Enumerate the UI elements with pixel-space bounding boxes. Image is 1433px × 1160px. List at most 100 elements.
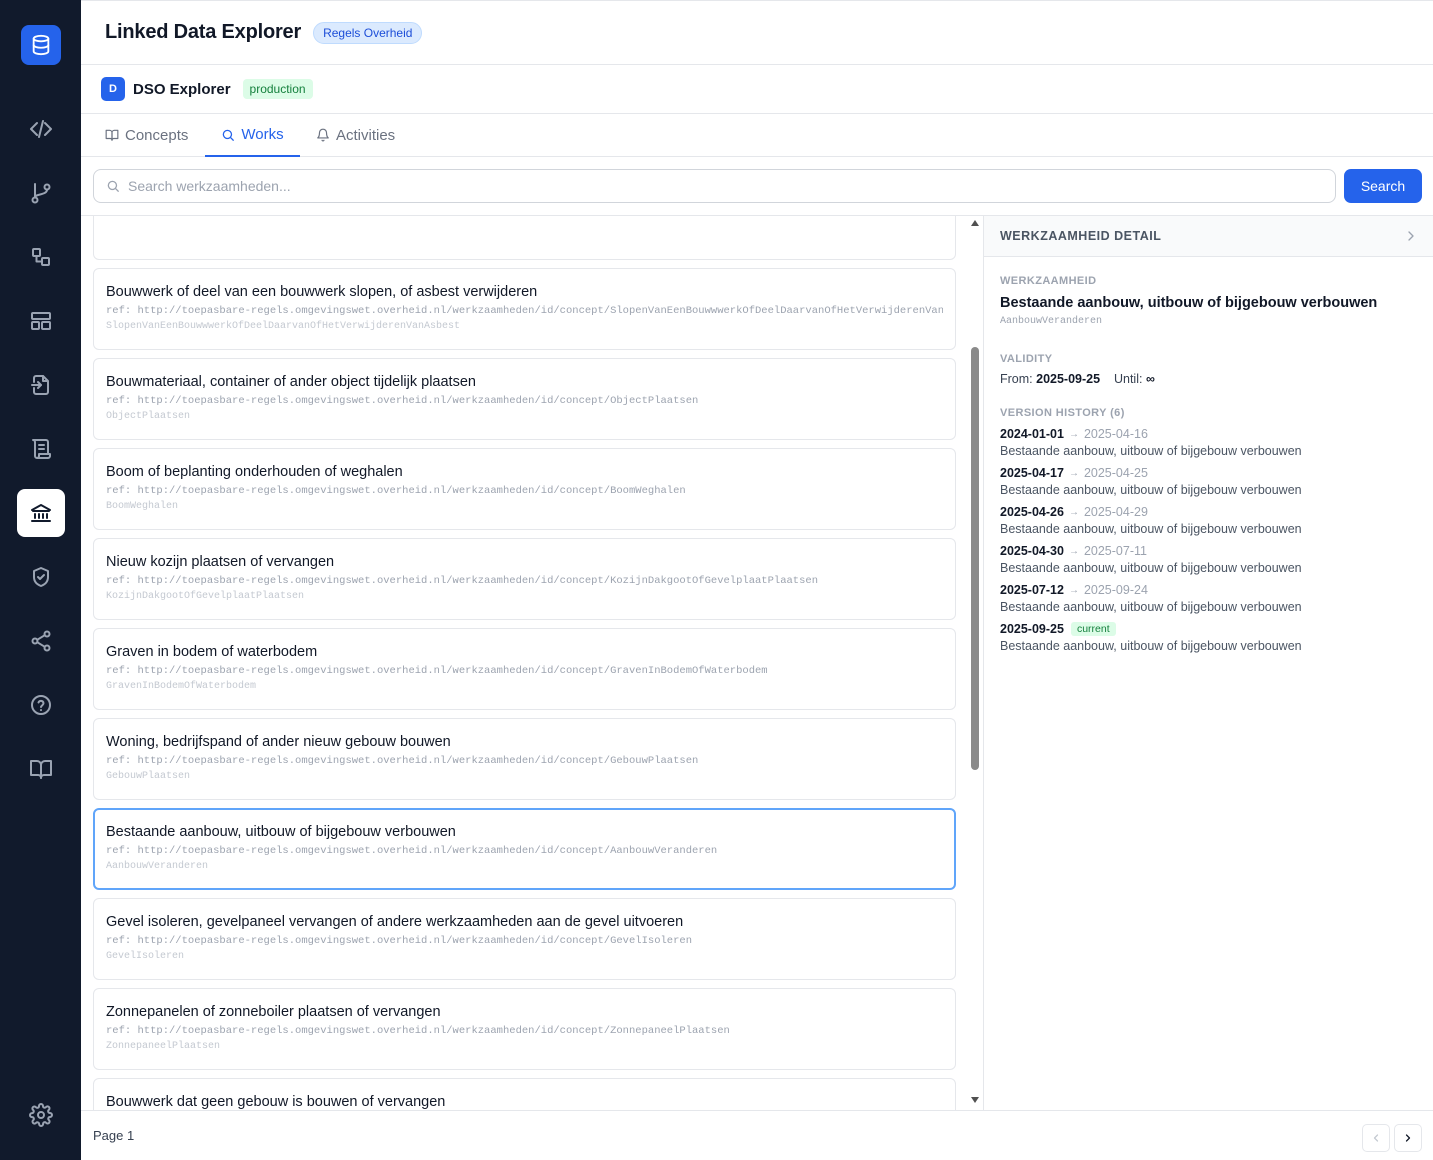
work-title: Bouwmateriaal, container of ander object… [106, 374, 476, 390]
scrollbar[interactable] [968, 216, 982, 1110]
layout-icon[interactable] [17, 297, 65, 345]
database-icon[interactable] [21, 25, 61, 65]
version-history-item[interactable]: 2025-04-17 → 2025-04-25 Bestaande aanbouw, … [1000, 466, 1417, 497]
detail-panel: WERKZAAMHEID DETAIL WERKZAAMHEID Bestaan… [983, 216, 1433, 1110]
work-identifier: KozijnDakgootOfGevelplaatPlaatsen [106, 591, 305, 602]
work-card[interactable]: Woning, bedrijfspand of ander nieuw gebo… [93, 718, 956, 800]
file-import-icon[interactable] [17, 361, 65, 409]
search-input[interactable] [128, 178, 1328, 194]
page-indicator: Page 1 [93, 1128, 135, 1143]
version-from-date: 2025-04-17 [1000, 466, 1064, 480]
search-field[interactable] [93, 169, 1336, 203]
work-identifier: BoomWeghalen [106, 501, 179, 512]
help-circle-icon[interactable] [17, 681, 65, 729]
version-to-date: 2025-04-16 [1083, 427, 1148, 441]
chevron-right-icon[interactable] [1403, 228, 1419, 244]
detail-heading: WERKZAAMHEID DETAIL [1000, 229, 1162, 243]
search-button[interactable]: Search [1344, 169, 1422, 203]
work-ref-uri: ref: http://toepasbare-regels.omgevingsw… [106, 395, 699, 407]
work-card[interactable]: Graven in bodem of waterbodem ref: http:/… [93, 628, 956, 710]
version-date-range: 2025-04-30 → 2025-07-11 [1000, 544, 1417, 558]
landmark-icon[interactable] [17, 489, 65, 537]
validity-range: From: 2025-09-25 Until: ∞ [1000, 372, 1417, 386]
version-label: Bestaande aanbouw, uitbouw of bijgebouw … [1000, 639, 1302, 653]
detail-body: WERKZAAMHEID Bestaande aanbouw, uitbouw … [984, 257, 1433, 669]
work-title: Boom of beplanting onderhouden of weghal… [106, 464, 403, 480]
work-card[interactable]: Gevel isoleren, gevelpaneel vervangen of… [93, 898, 956, 980]
tab-concepts[interactable]: Concepts [105, 114, 188, 156]
version-history-item[interactable]: 2025-07-12 → 2025-09-24 Bestaande aanbouw, … [1000, 583, 1417, 614]
main-area: Linked Data Explorer Regels Overheid D D… [81, 0, 1433, 1160]
sidebar [0, 0, 81, 1160]
work-identifier: SlopenVanEenBouwwwerkOfDeelDaarvanOfHetV… [106, 321, 461, 332]
search-row: Search [81, 157, 1433, 216]
work-card[interactable]: Boom of beplanting onderhouden of weghal… [93, 448, 956, 530]
version-history-item[interactable]: 2024-01-01 → 2025-04-16 Bestaande aanbouw, … [1000, 427, 1417, 458]
git-branch-icon[interactable] [17, 169, 65, 217]
next-page-button[interactable] [1394, 1124, 1422, 1152]
work-identifier: ObjectPlaatsen [106, 411, 191, 422]
arrow-right-icon: → [1068, 545, 1079, 557]
work-card[interactable]: Bouwwerk of deel van een bouwwerk slopen… [93, 268, 956, 350]
settings-icon[interactable] [17, 1091, 65, 1139]
scrollbar-thumb[interactable] [971, 347, 979, 770]
work-title: Woning, bedrijfspand of ander nieuw gebo… [106, 734, 451, 750]
tab-activities[interactable]: Activities [316, 114, 395, 156]
version-date-range: 2025-07-12 → 2025-09-24 [1000, 583, 1417, 597]
version-date-range: 2025-04-26 → 2025-04-29 [1000, 505, 1417, 519]
arrow-right-icon: → [1068, 506, 1079, 518]
app-window: Linked Data Explorer Regels Overheid D D… [0, 0, 1433, 1160]
work-ref-uri: ref: http://toepasbare-regels.omgevingsw… [106, 845, 718, 857]
shield-check-icon[interactable] [17, 553, 65, 601]
version-history-item[interactable]: 2025-04-30 → 2025-07-11 Bestaande aanbouw, … [1000, 544, 1417, 575]
version-label: Bestaande aanbouw, uitbouw of bijgebouw … [1000, 444, 1302, 458]
work-identifier: ZonnepaneelPlaatsen [106, 1041, 221, 1052]
validity-from-label: From: [1000, 372, 1033, 386]
version-history-item[interactable]: 2025-04-26 → 2025-04-29 Bestaande aanbouw, … [1000, 505, 1417, 536]
work-title: Bouwwerk dat geen gebouw is bouwen of ve… [106, 1094, 446, 1110]
version-from-date: 2025-04-26 [1000, 505, 1064, 519]
arrow-right-icon: → [1068, 467, 1079, 479]
work-ref-uri: ref: http://toepasbare-regels.omgevingsw… [106, 665, 768, 677]
dataset-name[interactable]: DSO Explorer [133, 81, 231, 98]
book-open-icon[interactable] [17, 745, 65, 793]
dataset-avatar: D [101, 77, 125, 101]
shapes-icon[interactable] [17, 233, 65, 281]
chevron-right-icon [1405, 1134, 1411, 1142]
chevron-left-icon [1373, 1134, 1379, 1142]
app-title: Linked Data Explorer [105, 21, 302, 43]
werkzaamheid-label: WERKZAAMHEID [1000, 275, 1097, 287]
work-card[interactable]: Zonnepanelen of zonneboiler plaatsen of … [93, 988, 956, 1070]
version-from-date: 2025-09-25 [1000, 622, 1064, 636]
work-identifier: GravenInBodemOfWaterbodem [106, 681, 257, 692]
version-history-item[interactable]: 2025-09-25 current Bestaande aanbouw, uitb… [1000, 622, 1417, 653]
code-icon[interactable] [17, 105, 65, 153]
work-card[interactable]: Nieuw kozijn plaatsen of vervangen ref: h… [93, 538, 956, 620]
previous-page-button[interactable] [1362, 1124, 1390, 1152]
version-to-date: 2025-04-25 [1083, 466, 1148, 480]
work-card[interactable]: Bouwwerk dat geen gebouw is bouwen of ve… [93, 1078, 956, 1110]
work-card[interactable]: DakkapelPlaatsen [93, 216, 956, 260]
scroll-down-arrow-icon[interactable] [971, 1097, 979, 1103]
version-label: Bestaande aanbouw, uitbouw of bijgebouw … [1000, 600, 1302, 614]
version-from-date: 2024-01-01 [1000, 427, 1064, 441]
work-ref-uri: ref: http://toepasbare-regels.omgevingsw… [106, 1025, 730, 1037]
share-icon[interactable] [17, 617, 65, 665]
work-ref-uri: ref: http://toepasbare-regels.omgevingsw… [106, 305, 943, 317]
search-icon [223, 129, 235, 141]
version-from-date: 2025-07-12 [1000, 583, 1064, 597]
work-card[interactable]: Bouwmateriaal, container of ander object… [93, 358, 956, 440]
werkzaamheid-id: AanbouwVeranderen [1000, 316, 1103, 327]
work-title: Gevel isoleren, gevelpaneel vervangen of… [106, 914, 684, 930]
version-date-range: 2025-04-17 → 2025-04-25 [1000, 466, 1417, 480]
validity-until-label: Until: [1113, 372, 1143, 386]
works-list[interactable]: DakkapelPlaatsen Bouwwerk of deel van een… [81, 216, 966, 1110]
environment-badge: production [242, 79, 313, 99]
scroll-up-arrow-icon[interactable] [971, 220, 979, 226]
validity-until: ∞ [1145, 372, 1155, 386]
scroll-icon[interactable] [17, 425, 65, 473]
work-title: Zonnepanelen of zonneboiler plaatsen of … [106, 1004, 441, 1020]
work-card[interactable]: Bestaande aanbouw, uitbouw of bijgebouw … [93, 808, 956, 890]
arrow-right-icon: → [1068, 428, 1079, 440]
tab-works[interactable]: Works [205, 114, 300, 157]
